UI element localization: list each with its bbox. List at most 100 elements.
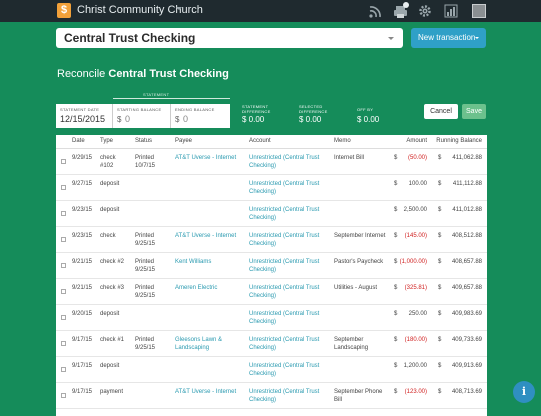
- cell-account[interactable]: Checking): [249, 162, 276, 170]
- starting-balance-currency: $: [117, 115, 122, 124]
- row-checkbox[interactable]: [61, 159, 66, 164]
- table-row[interactable]: 9/29/15 check #102 Printed 10/7/15 AT&T Uvers…: [56, 149, 487, 175]
- table-row[interactable]: 9/23/15 deposit Unrestricted (Central Trus…: [56, 201, 487, 227]
- cell-account[interactable]: Checking): [249, 396, 276, 404]
- cell-payee[interactable]: Gleesons Lawn &: [175, 336, 222, 344]
- cell-account[interactable]: Unrestricted (Central Trust: [249, 206, 319, 214]
- rss-icon[interactable]: [368, 0, 382, 22]
- table-row[interactable]: 9/27/15 deposit Unrestricted (Central Trus…: [56, 175, 487, 201]
- table-row[interactable]: 9/21/15 check #2 Printed 9/25/15 Kent Willia…: [56, 253, 487, 279]
- avatar-icon[interactable]: [472, 4, 486, 18]
- cell-account[interactable]: Unrestricted (Central Trust: [249, 362, 319, 370]
- table-row[interactable]: 9/17/15 check #1 Printed 9/25/15 Gleesons La…: [56, 331, 487, 357]
- cell-date: 9/17/15: [72, 337, 93, 343]
- cell-type: #102: [100, 163, 114, 169]
- org-dropdown-caret-icon[interactable]: [176, 7, 182, 10]
- col-account[interactable]: Account: [249, 138, 271, 144]
- cell-amount: (50.00): [407, 155, 427, 161]
- row-checkbox[interactable]: [61, 185, 66, 190]
- row-checkbox[interactable]: [61, 237, 66, 242]
- organization-name[interactable]: Christ Community Church: [77, 3, 203, 18]
- table-row[interactable]: 9/23/15 check Printed 9/25/15 AT&T Uverse - …: [56, 227, 487, 253]
- cell-account[interactable]: Unrestricted (Central Trust: [249, 310, 319, 318]
- row-checkbox[interactable]: [61, 211, 66, 216]
- cell-payee[interactable]: AT&T Uverse - Internet: [175, 154, 236, 162]
- cell-account[interactable]: Checking): [249, 214, 276, 222]
- cell-type: deposit: [100, 181, 120, 187]
- col-date[interactable]: Date: [72, 138, 85, 144]
- cell-account[interactable]: Checking): [249, 318, 276, 326]
- ending-balance-field[interactable]: ENDING BALANCE $ 0: [171, 104, 230, 128]
- cell-payee[interactable]: AT&T Uverse - Internet: [175, 388, 236, 396]
- cell-payee[interactable]: AT&T Uverse - Internet: [175, 232, 236, 240]
- statement-date-field[interactable]: STATEMENT DATE 12/15/2015: [56, 104, 113, 128]
- ending-balance-input[interactable]: 0: [183, 114, 188, 124]
- cell-account[interactable]: Checking): [249, 344, 276, 352]
- cell-account[interactable]: Checking): [249, 266, 276, 274]
- top-navbar: $ Christ Community Church: [0, 0, 541, 22]
- row-checkbox[interactable]: [61, 341, 66, 346]
- info-button[interactable]: i: [513, 381, 535, 403]
- cell-memo: September: [334, 337, 364, 343]
- col-status[interactable]: Status: [135, 138, 152, 144]
- cell-balance-currency: $: [438, 363, 442, 369]
- cell-status: 9/25/15: [135, 241, 156, 247]
- cell-status: 9/25/15: [135, 345, 156, 351]
- cell-account[interactable]: Unrestricted (Central Trust: [249, 388, 319, 396]
- cell-account[interactable]: Unrestricted (Central Trust: [249, 336, 319, 344]
- statement-date-value[interactable]: 12/15/2015: [60, 114, 105, 124]
- save-button[interactable]: Save: [462, 104, 486, 119]
- cell-account[interactable]: Checking): [249, 188, 276, 196]
- cell-date: 9/21/15: [72, 285, 93, 291]
- gear-icon[interactable]: [418, 0, 432, 22]
- table-row[interactable]: 9/21/15 check #3 Printed 9/25/15 Ameren Elec…: [56, 279, 487, 305]
- cell-payee[interactable]: Kent Williams: [175, 258, 211, 266]
- cell-account[interactable]: Unrestricted (Central Trust: [249, 284, 319, 292]
- new-transaction-button[interactable]: New transaction: [411, 28, 486, 48]
- cell-type: check #3: [100, 285, 125, 291]
- col-type[interactable]: Type: [100, 138, 113, 144]
- cell-amount: 250.00: [408, 311, 427, 317]
- starting-balance-input[interactable]: 0: [125, 114, 130, 124]
- cell-account[interactable]: Unrestricted (Central Trust: [249, 154, 319, 162]
- off-by-label: OFF BY: [357, 107, 374, 112]
- cell-date: 9/23/15: [72, 207, 93, 213]
- row-checkbox[interactable]: [61, 263, 66, 268]
- cell-date: 9/23/15: [72, 233, 93, 239]
- row-checkbox[interactable]: [61, 367, 66, 372]
- cell-account[interactable]: Checking): [249, 292, 276, 300]
- cell-type: deposit: [100, 363, 120, 369]
- cell-account[interactable]: Unrestricted (Central Trust: [249, 258, 319, 266]
- col-memo[interactable]: Memo: [334, 138, 351, 144]
- cell-account[interactable]: Unrestricted (Central Trust: [249, 232, 319, 240]
- account-select[interactable]: Central Trust Checking: [56, 28, 403, 48]
- table-row[interactable]: 9/20/15 deposit Unrestricted (Central Trus…: [56, 305, 487, 331]
- cell-payee[interactable]: Landscaping: [175, 344, 209, 352]
- cancel-button[interactable]: Cancel: [424, 104, 458, 119]
- table-row[interactable]: 9/17/15 payment AT&T Uverse - Internet Unre…: [56, 383, 487, 409]
- row-checkbox[interactable]: [61, 315, 66, 320]
- cell-balance-currency: $: [438, 337, 442, 343]
- cell-memo: Utilities - August: [334, 285, 378, 291]
- cell-running-balance: 411,062.88: [452, 155, 482, 161]
- transactions-table: Date Type Status Payee Account Memo Amou…: [56, 135, 487, 416]
- cell-type: check: [100, 233, 116, 239]
- row-checkbox[interactable]: [61, 393, 66, 398]
- cell-account[interactable]: Checking): [249, 240, 276, 248]
- col-payee[interactable]: Payee: [175, 138, 192, 144]
- account-select-value: Central Trust Checking: [64, 31, 196, 45]
- printer-icon[interactable]: [393, 0, 409, 22]
- starting-balance-field[interactable]: STARTING BALANCE $ 0: [113, 104, 171, 128]
- cell-date: 9/21/15: [72, 259, 93, 265]
- col-amount[interactable]: Amount: [402, 138, 427, 144]
- table-row[interactable]: 9/17/15 deposit Unrestricted (Central Trus…: [56, 357, 487, 383]
- cell-payee[interactable]: Ameren Electric: [175, 284, 217, 292]
- col-running-balance[interactable]: Running Balance: [433, 138, 482, 144]
- app-logo-icon[interactable]: $: [57, 3, 71, 18]
- chart-icon[interactable]: [444, 0, 458, 22]
- row-checkbox[interactable]: [61, 289, 66, 294]
- cell-account[interactable]: Unrestricted (Central Trust: [249, 180, 319, 188]
- statement-divider: [113, 98, 230, 99]
- cell-account[interactable]: Checking): [249, 370, 276, 378]
- ending-balance-currency: $: [175, 115, 180, 124]
